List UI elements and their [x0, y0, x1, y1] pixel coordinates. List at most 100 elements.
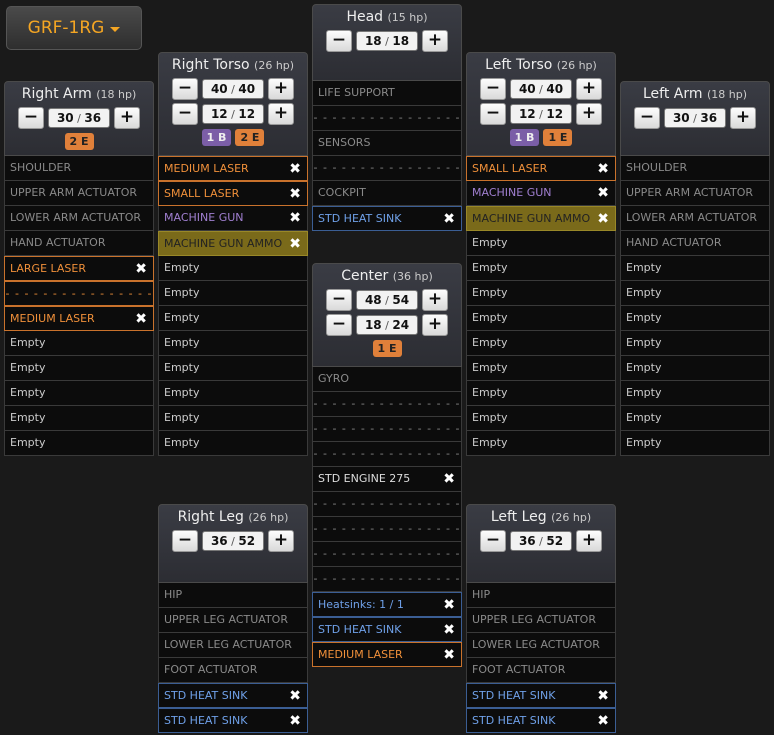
- energy-weapon-slot[interactable]: MEDIUM LASER ✖: [312, 642, 462, 667]
- variant-dropdown-button[interactable]: GRF-1RG: [6, 6, 142, 50]
- plus-icon[interactable]: +: [422, 30, 448, 52]
- empty-slot[interactable]: Empty: [4, 381, 154, 406]
- empty-slot[interactable]: Empty: [466, 431, 616, 456]
- occupied-continuation-slot[interactable]: - - - - - - - - - - - - - - - - - -: [312, 156, 462, 198]
- minus-icon[interactable]: −: [18, 107, 44, 129]
- occupied-continuation-slot[interactable]: - - - - - - - - - - - - - - - - - -: [312, 542, 462, 584]
- empty-slot[interactable]: Empty: [620, 306, 770, 331]
- close-icon[interactable]: ✖: [289, 182, 301, 206]
- close-icon[interactable]: ✖: [289, 709, 301, 733]
- empty-slot[interactable]: Empty: [466, 406, 616, 431]
- empty-slot[interactable]: Empty: [466, 231, 616, 256]
- close-icon[interactable]: ✖: [597, 684, 609, 708]
- close-icon[interactable]: ✖: [135, 307, 147, 331]
- minus-icon[interactable]: −: [326, 314, 352, 336]
- empty-slot[interactable]: Empty: [4, 406, 154, 431]
- close-icon[interactable]: ✖: [289, 232, 301, 256]
- fixed-slot[interactable]: SHOULDER: [620, 156, 770, 181]
- occupied-continuation-slot[interactable]: - - - - - - - - - - - - - - - - - -: [312, 517, 462, 559]
- ballistic-weapon-slot[interactable]: MACHINE GUN ✖: [158, 206, 308, 231]
- empty-slot[interactable]: Empty: [158, 281, 308, 306]
- empty-slot[interactable]: Empty: [466, 356, 616, 381]
- occupied-continuation-slot[interactable]: - - - - - - - - - - - - - - - - - -: [312, 417, 462, 459]
- empty-slot[interactable]: Empty: [620, 406, 770, 431]
- minus-icon[interactable]: −: [326, 30, 352, 52]
- plus-icon[interactable]: +: [268, 78, 294, 100]
- fixed-slot[interactable]: HAND ACTUATOR: [620, 231, 770, 256]
- heat-sink-slot[interactable]: Heatsinks: 1 / 1 ✖: [312, 592, 462, 617]
- close-icon[interactable]: ✖: [443, 643, 455, 667]
- fixed-slot[interactable]: FOOT ACTUATOR: [466, 658, 616, 683]
- close-icon[interactable]: ✖: [443, 593, 455, 617]
- plus-icon[interactable]: +: [730, 107, 756, 129]
- heat-sink-slot[interactable]: STD HEAT SINK ✖: [466, 708, 616, 733]
- empty-slot[interactable]: Empty: [620, 256, 770, 281]
- fixed-slot[interactable]: UPPER LEG ACTUATOR: [158, 608, 308, 633]
- close-icon[interactable]: ✖: [443, 618, 455, 642]
- ammo-slot[interactable]: MACHINE GUN AMMO ✖: [158, 231, 308, 256]
- minus-icon[interactable]: −: [480, 78, 506, 100]
- energy-weapon-slot[interactable]: LARGE LASER ✖: [4, 256, 154, 281]
- occupied-continuation-slot[interactable]: - - - - - - - - - - - - - - - - - -: [312, 492, 462, 534]
- empty-slot[interactable]: Empty: [158, 406, 308, 431]
- plus-icon[interactable]: +: [576, 78, 602, 100]
- fixed-slot[interactable]: COCKPIT: [312, 181, 462, 206]
- fixed-slot[interactable]: LOWER LEG ACTUATOR: [466, 633, 616, 658]
- close-icon[interactable]: ✖: [597, 181, 609, 205]
- energy-weapon-slot[interactable]: MEDIUM LASER ✖: [4, 306, 154, 331]
- fixed-slot[interactable]: LOWER ARM ACTUATOR: [4, 206, 154, 231]
- empty-slot[interactable]: Empty: [4, 356, 154, 381]
- ballistic-weapon-slot[interactable]: MACHINE GUN ✖: [466, 181, 616, 206]
- empty-slot[interactable]: Empty: [158, 331, 308, 356]
- empty-slot[interactable]: Empty: [466, 381, 616, 406]
- empty-slot[interactable]: Empty: [158, 381, 308, 406]
- minus-icon[interactable]: −: [172, 78, 198, 100]
- occupied-continuation-slot[interactable]: - - - - - - - - - - - - - - - - - -: [312, 392, 462, 434]
- empty-slot[interactable]: Empty: [620, 431, 770, 456]
- fixed-slot[interactable]: LOWER ARM ACTUATOR: [620, 206, 770, 231]
- fixed-slot[interactable]: SHOULDER: [4, 156, 154, 181]
- occupied-continuation-slot[interactable]: - - - - - - - - - - - - - - - - - -: [4, 281, 154, 324]
- occupied-continuation-slot[interactable]: - - - - - - - - - - - - - - - - - -: [312, 567, 462, 609]
- empty-slot[interactable]: Empty: [466, 256, 616, 281]
- plus-icon[interactable]: +: [422, 314, 448, 336]
- fixed-slot[interactable]: LOWER LEG ACTUATOR: [158, 633, 308, 658]
- fixed-slot[interactable]: HIP: [466, 583, 616, 608]
- empty-slot[interactable]: Empty: [4, 331, 154, 356]
- plus-icon[interactable]: +: [576, 103, 602, 125]
- heat-sink-slot[interactable]: STD HEAT SINK ✖: [312, 617, 462, 642]
- empty-slot[interactable]: Empty: [158, 356, 308, 381]
- fixed-slot[interactable]: GYRO: [312, 367, 462, 392]
- heat-sink-slot[interactable]: STD HEAT SINK ✖: [312, 206, 462, 231]
- close-icon[interactable]: ✖: [443, 207, 455, 231]
- empty-slot[interactable]: Empty: [4, 431, 154, 456]
- empty-slot[interactable]: Empty: [466, 281, 616, 306]
- minus-icon[interactable]: −: [480, 103, 506, 125]
- minus-icon[interactable]: −: [326, 289, 352, 311]
- fixed-slot[interactable]: HIP: [158, 583, 308, 608]
- plus-icon[interactable]: +: [268, 530, 294, 552]
- energy-weapon-slot[interactable]: SMALL LASER ✖: [158, 181, 308, 206]
- occupied-continuation-slot[interactable]: - - - - - - - - - - - - - - - - - -: [312, 442, 462, 484]
- close-icon[interactable]: ✖: [443, 467, 455, 491]
- energy-weapon-slot[interactable]: MEDIUM LASER ✖: [158, 156, 308, 181]
- close-icon[interactable]: ✖: [289, 157, 301, 181]
- heat-sink-slot[interactable]: STD HEAT SINK ✖: [158, 683, 308, 708]
- empty-slot[interactable]: Empty: [620, 281, 770, 306]
- empty-slot[interactable]: Empty: [158, 431, 308, 456]
- heat-sink-slot[interactable]: STD HEAT SINK ✖: [158, 708, 308, 733]
- close-icon[interactable]: ✖: [597, 709, 609, 733]
- close-icon[interactable]: ✖: [597, 207, 609, 231]
- energy-weapon-slot[interactable]: SMALL LASER ✖: [466, 156, 616, 181]
- plus-icon[interactable]: +: [268, 103, 294, 125]
- fixed-slot[interactable]: HAND ACTUATOR: [4, 231, 154, 256]
- empty-slot[interactable]: Empty: [466, 306, 616, 331]
- close-icon[interactable]: ✖: [135, 257, 147, 281]
- close-icon[interactable]: ✖: [289, 206, 301, 230]
- fixed-slot[interactable]: SENSORS: [312, 131, 462, 156]
- minus-icon[interactable]: −: [172, 103, 198, 125]
- fixed-slot[interactable]: LIFE SUPPORT: [312, 81, 462, 106]
- fixed-slot[interactable]: UPPER ARM ACTUATOR: [4, 181, 154, 206]
- minus-icon[interactable]: −: [172, 530, 198, 552]
- close-icon[interactable]: ✖: [289, 684, 301, 708]
